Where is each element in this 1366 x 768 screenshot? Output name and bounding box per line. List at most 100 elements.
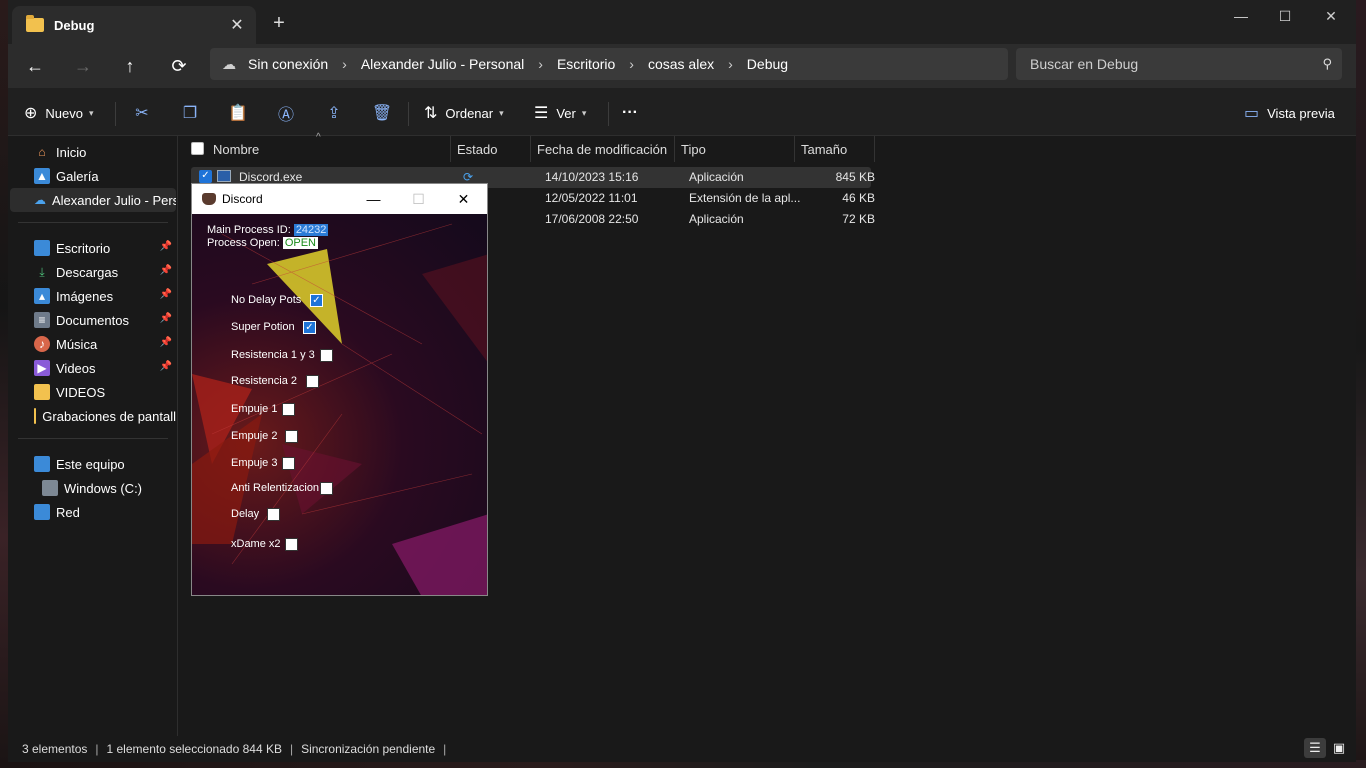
minimize-button[interactable]: — (351, 184, 396, 214)
tab-debug[interactable]: Debug ✕ (12, 6, 256, 44)
close-tab-icon[interactable]: ✕ (226, 14, 248, 36)
sort-button[interactable]: ⇅ Ordenar ▾ (424, 100, 504, 126)
option-checkbox-delay[interactable] (267, 508, 280, 521)
select-all-checkbox[interactable] (191, 142, 204, 155)
sidebar-item-imagenes[interactable]: ▴ Imágenes 📌 (10, 284, 176, 308)
back-button[interactable]: ← (20, 52, 50, 80)
pin-icon: 📌 (159, 361, 172, 372)
chevron-down-icon: ▾ (499, 107, 504, 118)
sidebar-item-windows-c[interactable]: Windows (C:) (10, 476, 176, 500)
option-checkbox-no-delay-pots[interactable]: ✓ (310, 294, 323, 307)
sync-status: Sincronización pendiente (301, 742, 436, 756)
option-checkbox-xdame-x2[interactable] (285, 538, 298, 551)
tab-title: Debug (54, 17, 95, 33)
column-header-name[interactable]: Nombre (207, 136, 451, 162)
minimize-button[interactable]: — (1218, 0, 1264, 32)
sidebar-item-grabaciones[interactable]: Grabaciones de pantall (10, 404, 176, 428)
search-icon[interactable]: ⚲ (1322, 56, 1332, 72)
sidebar-item-este-equipo[interactable]: Este equipo (10, 452, 176, 476)
option-checkbox-super-potion[interactable]: ✓ (303, 321, 316, 334)
sidebar-item-galeria[interactable]: ▲ Galería (10, 164, 176, 188)
chevron-right-icon[interactable]: › (538, 56, 543, 72)
column-header-status[interactable]: Estado (451, 136, 531, 162)
option-checkbox-empuje-3[interactable] (282, 457, 295, 470)
address-bar[interactable]: ☁ Sin conexión › Alexander Julio - Perso… (210, 48, 1008, 80)
desktop-wallpaper-left (0, 0, 8, 768)
copy-icon[interactable]: ❐ (176, 100, 204, 126)
more-options-icon[interactable]: ··· (616, 100, 644, 126)
cut-icon[interactable]: ✂ (128, 100, 156, 126)
option-label: Empuje 2 (231, 430, 278, 442)
sidebar-item-musica[interactable]: ♪ Música 📌 (10, 332, 176, 356)
chevron-right-icon[interactable]: › (728, 56, 733, 72)
command-bar: ⊕ Nuevo ▾ ✂ ❐ 📋 Ⓐ ⇪ 🗑 ⇅ Ordenar ▾ ☰ Ver … (8, 88, 1356, 136)
option-checkbox-empuje-1[interactable] (282, 403, 295, 416)
divider (115, 102, 116, 126)
pin-icon: 📌 (159, 241, 172, 252)
file-size: 72 KB (842, 212, 875, 226)
discord-window-title: Discord (222, 192, 263, 206)
gallery-icon: ▲ (34, 168, 50, 184)
share-icon[interactable]: ⇪ (320, 100, 348, 126)
column-header-date[interactable]: Fecha de modificación (531, 136, 675, 162)
sidebar-item-videos[interactable]: ▶ Videos 📌 (10, 356, 176, 380)
search-input[interactable] (1030, 56, 1300, 72)
sidebar-item-inicio[interactable]: ⌂ Inicio (10, 140, 176, 164)
maximize-button[interactable]: ☐ (396, 184, 441, 214)
option-checkbox-anti-relentizacion[interactable] (320, 482, 333, 495)
sidebar-item-label: Escritorio (56, 240, 111, 256)
sidebar-item-onedrive[interactable]: ☁ Alexander Julio - Perso (10, 188, 176, 212)
breadcrumb-personal[interactable]: Alexander Julio - Personal (361, 56, 524, 72)
paste-icon[interactable]: 📋 (224, 100, 252, 126)
home-icon: ⌂ (38, 145, 46, 159)
sidebar-item-escritorio[interactable]: Escritorio 📌 (10, 236, 176, 260)
sidebar-item-documentos[interactable]: ≡ Documentos 📌 (10, 308, 176, 332)
option-checkbox-resistencia-2[interactable] (306, 375, 319, 388)
title-bar: Debug ✕ + — ☐ ✕ (8, 0, 1356, 44)
videos-icon: ▶ (34, 360, 50, 376)
row-checkbox[interactable]: ✓ (199, 170, 212, 183)
option-checkbox-resistencia-1-3[interactable] (320, 349, 333, 362)
divider (18, 222, 168, 223)
file-size: 46 KB (842, 191, 875, 205)
onedrive-cloud-icon: ☁ (34, 193, 46, 207)
sort-label: Ordenar (445, 105, 494, 121)
sidebar-item-descargas[interactable]: ⤓ Descargas 📌 (10, 260, 176, 284)
rename-icon[interactable]: Ⓐ (272, 100, 300, 126)
sidebar-item-red[interactable]: Red (10, 500, 176, 524)
sidebar-item-videos-folder[interactable]: VIDEOS (10, 380, 176, 404)
refresh-button[interactable]: ⟳ (164, 52, 194, 80)
sidebar-item-label: Descargas (56, 264, 119, 280)
process-id-value: 24232 (293, 224, 329, 236)
new-button[interactable]: ⊕ Nuevo ▾ (24, 100, 94, 126)
preview-label: Vista previa (1267, 105, 1335, 121)
process-id-row: Main Process ID: 24232 (207, 224, 329, 236)
process-id-label: Main Process ID: (207, 224, 291, 236)
preview-button[interactable]: ▭ Vista previa (1244, 100, 1335, 126)
close-window-button[interactable]: ✕ (441, 184, 486, 214)
view-button[interactable]: ☰ Ver ▾ (534, 100, 586, 126)
breadcrumb-escritorio[interactable]: Escritorio (557, 56, 615, 72)
delete-icon[interactable]: 🗑 (368, 100, 396, 126)
sidebar-item-label: Grabaciones de pantall (42, 408, 176, 424)
details-view-icon[interactable]: ☰ (1304, 738, 1326, 758)
chevron-right-icon[interactable]: › (342, 56, 347, 72)
column-header-type[interactable]: Tipo (675, 136, 795, 162)
chevron-right-icon[interactable]: › (629, 56, 634, 72)
folder-icon (34, 384, 50, 400)
maximize-button[interactable]: ☐ (1262, 0, 1308, 32)
forward-button[interactable]: → (68, 52, 98, 80)
sidebar-item-label: Red (56, 504, 80, 520)
breadcrumb-debug[interactable]: Debug (747, 56, 788, 72)
tiles-view-icon[interactable]: ▣ (1328, 738, 1350, 758)
option-checkbox-empuje-2[interactable] (285, 430, 298, 443)
breadcrumb-cosas-alex[interactable]: cosas alex (648, 56, 714, 72)
close-window-button[interactable]: ✕ (1308, 0, 1354, 32)
up-button[interactable]: ↑ (115, 52, 145, 80)
new-tab-button[interactable]: + (268, 12, 290, 34)
column-header-size[interactable]: Tamaño (795, 136, 875, 162)
file-date: 12/05/2022 11:01 (545, 191, 638, 205)
offline-status: Sin conexión (248, 56, 329, 72)
search-box[interactable]: ⚲ (1016, 48, 1342, 80)
file-date: 14/10/2023 15:16 (545, 170, 639, 184)
